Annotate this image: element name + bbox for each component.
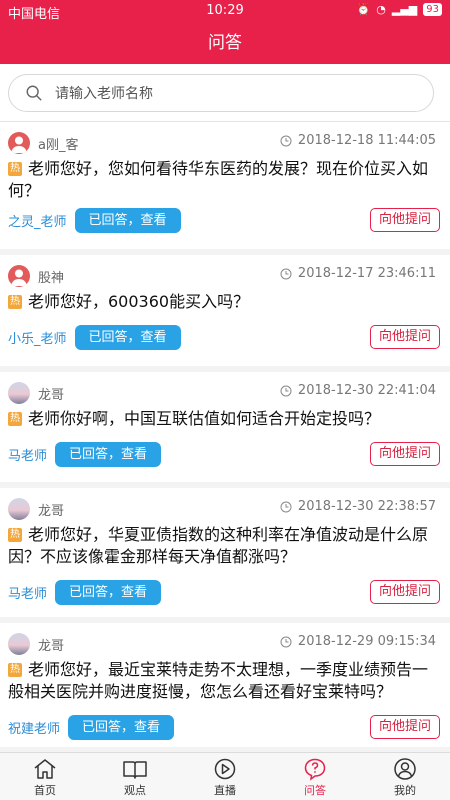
view-answer-button[interactable]: 已回答，查看 (68, 715, 175, 740)
question-time: 2018-12-29 09:15:34 (297, 634, 436, 649)
view-answer-button[interactable]: 已回答，查看 (55, 580, 162, 605)
ask-teacher-button[interactable]: 向他提问 (369, 208, 440, 232)
question-text: 热老师您好，华夏亚债指数的这种利率在净值波动是什么原因？不应该像霍金那样每天净值… (8, 525, 429, 566)
alarm-icon: ⏰ (356, 3, 371, 16)
asker-name: 龙哥 (38, 638, 65, 654)
question-time: 2018-12-18 11:44:05 (297, 133, 436, 148)
ask-teacher-button[interactable]: 向他提问 (369, 715, 440, 739)
book-icon (123, 761, 147, 779)
clock-icon (280, 135, 292, 146)
asker-name: 龙哥 (38, 503, 65, 519)
asker-name: 股神 (38, 270, 65, 286)
tab-label: 直播 (214, 784, 236, 797)
signal-icon: ▂▄▆ (391, 3, 418, 16)
clock-icon (280, 501, 292, 512)
question-card[interactable]: 股神 2018-12-17 23:46:11 热老师您好，600360能买入吗？… (0, 255, 450, 372)
tab-label: 首页 (34, 784, 56, 797)
ask-teacher-button[interactable]: 向他提问 (369, 442, 440, 466)
view-answer-button[interactable]: 已回答，查看 (55, 442, 162, 467)
page-title: 问答 (0, 22, 450, 64)
tab-label: 问答 (304, 784, 326, 797)
teacher-link[interactable]: 小乐_老师 (8, 328, 67, 347)
tab-qa[interactable]: 问答 (270, 753, 360, 800)
question-text: 热老师你好啊，中国互联估值如何适合开始定投吗？ (8, 409, 381, 428)
search-placeholder: 请输入老师名称 (55, 86, 153, 102)
tab-live[interactable]: 直播 (180, 753, 270, 800)
home-icon (34, 759, 56, 779)
ask-teacher-button[interactable]: 向他提问 (369, 580, 440, 604)
hot-badge: 热 (8, 412, 22, 426)
hot-badge: 热 (8, 162, 22, 176)
bottom-tab-bar: 首页 观点 直播 问答 我的 (0, 752, 450, 800)
teacher-link[interactable]: 马老师 (8, 583, 47, 602)
asker-name: 龙哥 (38, 387, 65, 403)
view-answer-button[interactable]: 已回答，查看 (74, 325, 181, 350)
question-card[interactable]: a刚_客 2018-12-18 11:44:05 热老师您好，您如何看待华东医药… (0, 122, 450, 255)
asker-name: a刚_客 (38, 137, 79, 153)
avatar (8, 633, 30, 655)
question-list: a刚_客 2018-12-18 11:44:05 热老师您好，您如何看待华东医药… (0, 122, 450, 753)
status-bar: 中国电信 10:29 ⏰ ◔ ▂▄▆ 93 (0, 0, 450, 22)
question-text: 热老师您好，最近宝莱特走势不太理想，一季度业绩预告一般相关医院并购进度挺慢，您怎… (8, 660, 429, 701)
search-icon (26, 85, 42, 101)
question-text: 热老师您好，600360能买入吗？ (8, 292, 250, 311)
search-input[interactable]: 请输入老师名称 (8, 74, 434, 112)
question-time: 2018-12-17 23:46:11 (297, 266, 436, 281)
teacher-link[interactable]: 之灵_老师 (8, 211, 67, 230)
tab-opinions[interactable]: 观点 (90, 753, 180, 800)
search-bar: 请输入老师名称 (0, 64, 450, 122)
battery-icon: 93 (423, 3, 442, 16)
avatar (8, 132, 30, 154)
ask-teacher-button[interactable]: 向他提问 (369, 325, 440, 349)
avatar (8, 382, 30, 404)
teacher-link[interactable]: 祝建老师 (8, 718, 60, 737)
question-time: 2018-12-30 22:38:57 (297, 499, 436, 514)
teacher-link[interactable]: 马老师 (8, 445, 47, 464)
tab-label: 我的 (394, 784, 416, 797)
hot-badge: 热 (8, 528, 22, 542)
tab-mine[interactable]: 我的 (360, 753, 450, 800)
user-icon (394, 758, 416, 780)
question-card[interactable]: 龙哥 2018-12-29 09:15:34 热老师您好，最近宝莱特走势不太理想… (0, 623, 450, 753)
question-text: 热老师您好，您如何看待华东医药的发展？现在价位买入如何？ (8, 159, 429, 200)
hot-badge: 热 (8, 295, 22, 309)
question-time: 2018-12-30 22:41:04 (297, 383, 436, 398)
hot-badge: 热 (8, 663, 22, 677)
clock-icon (280, 636, 292, 647)
clock-icon (280, 385, 292, 396)
clock-icon (280, 268, 292, 279)
question-card[interactable]: 龙哥 2018-12-30 22:38:57 热老师您好，华夏亚债指数的这种利率… (0, 488, 450, 623)
view-answer-button[interactable]: 已回答，查看 (74, 208, 181, 233)
play-icon (214, 758, 236, 780)
question-icon (304, 758, 326, 781)
wifi-icon: ◔ (376, 3, 386, 16)
avatar (8, 265, 30, 287)
avatar (8, 498, 30, 520)
tab-label: 观点 (124, 784, 146, 797)
question-card[interactable]: 龙哥 2018-12-30 22:41:04 热老师你好啊，中国互联估值如何适合… (0, 372, 450, 488)
tab-home[interactable]: 首页 (0, 753, 90, 800)
